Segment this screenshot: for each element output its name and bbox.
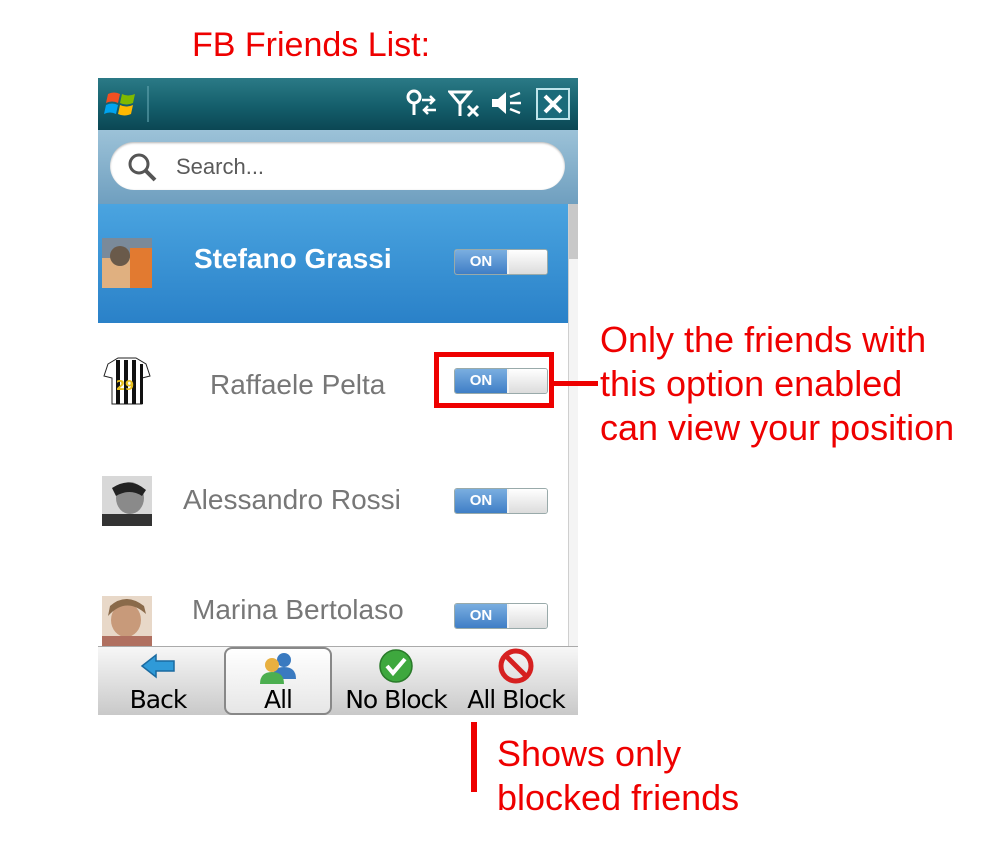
annotation-pointer-bar (471, 722, 477, 792)
all-block-label: All Block (467, 685, 566, 714)
avatar: 29 (102, 356, 152, 406)
all-label: All (264, 685, 293, 714)
toggle-label: ON (455, 604, 507, 628)
friend-name: Alessandro Rossi (183, 484, 401, 515)
toggle-knob (509, 250, 547, 274)
all-block-button[interactable]: All Block (460, 647, 572, 715)
checkmark-icon (379, 649, 413, 683)
no-block-label: No Block (345, 685, 448, 714)
search-bar: Search... (98, 130, 578, 204)
status-separator (147, 86, 149, 122)
no-entry-icon (498, 648, 534, 684)
annotation-line: Shows only (497, 733, 682, 774)
friend-name: Raffaele Pelta (210, 369, 386, 400)
no-block-button[interactable]: No Block (340, 647, 452, 715)
contacts-icon (260, 653, 296, 684)
allblock-annotation: Shows only blocked friends (497, 732, 739, 820)
visibility-toggle[interactable]: ON (454, 249, 548, 275)
visibility-toggle[interactable]: ON (454, 488, 548, 514)
search-placeholder: Search... (176, 154, 265, 179)
windows-logo-icon[interactable] (104, 86, 140, 122)
annotation-line: this option enabled (600, 363, 903, 404)
connectivity-icon[interactable] (404, 88, 440, 118)
close-button[interactable] (536, 88, 570, 120)
friend-name: Marina Bertolaso (192, 594, 404, 625)
friend-row-alessandro-rossi[interactable]: Alessandro Rossi ON (98, 442, 568, 561)
toggle-annotation: Only the friends with this option enable… (600, 318, 954, 450)
search-icon (128, 153, 157, 182)
annotation-connector (554, 381, 598, 386)
friend-row-stefano-grassi[interactable]: Stefano Grassi ON (98, 204, 568, 323)
friend-name: Stefano Grassi (194, 243, 392, 274)
annotation-line: can view your position (600, 407, 955, 448)
list-scrollbar[interactable] (568, 204, 578, 646)
toggle-label: ON (455, 489, 507, 513)
speaker-mute-icon[interactable] (490, 88, 524, 118)
avatar (102, 476, 152, 526)
toggle-knob (509, 604, 547, 628)
annotation-line: blocked friends (497, 777, 740, 818)
toggle-knob (509, 489, 547, 513)
close-icon (543, 94, 563, 114)
avatar (102, 596, 152, 646)
status-bar (98, 78, 578, 130)
all-button[interactable]: All (224, 647, 332, 715)
avatar (102, 238, 152, 288)
back-arrow-icon (140, 653, 175, 679)
search-input[interactable]: Search... (110, 142, 565, 190)
no-signal-icon[interactable] (448, 88, 482, 118)
back-button[interactable]: Back (108, 647, 208, 715)
scrollbar-thumb[interactable] (569, 204, 578, 259)
annotation-line: Only the friends with (600, 319, 927, 360)
toggle-highlight-box (434, 352, 554, 408)
visibility-toggle[interactable]: ON (454, 603, 548, 629)
toggle-label: ON (455, 250, 507, 274)
back-label: Back (129, 685, 188, 714)
svg-text:29: 29 (116, 379, 134, 394)
page-heading: FB Friends List: (192, 26, 431, 64)
bottom-toolbar: Back All No Block All Block (98, 646, 578, 715)
